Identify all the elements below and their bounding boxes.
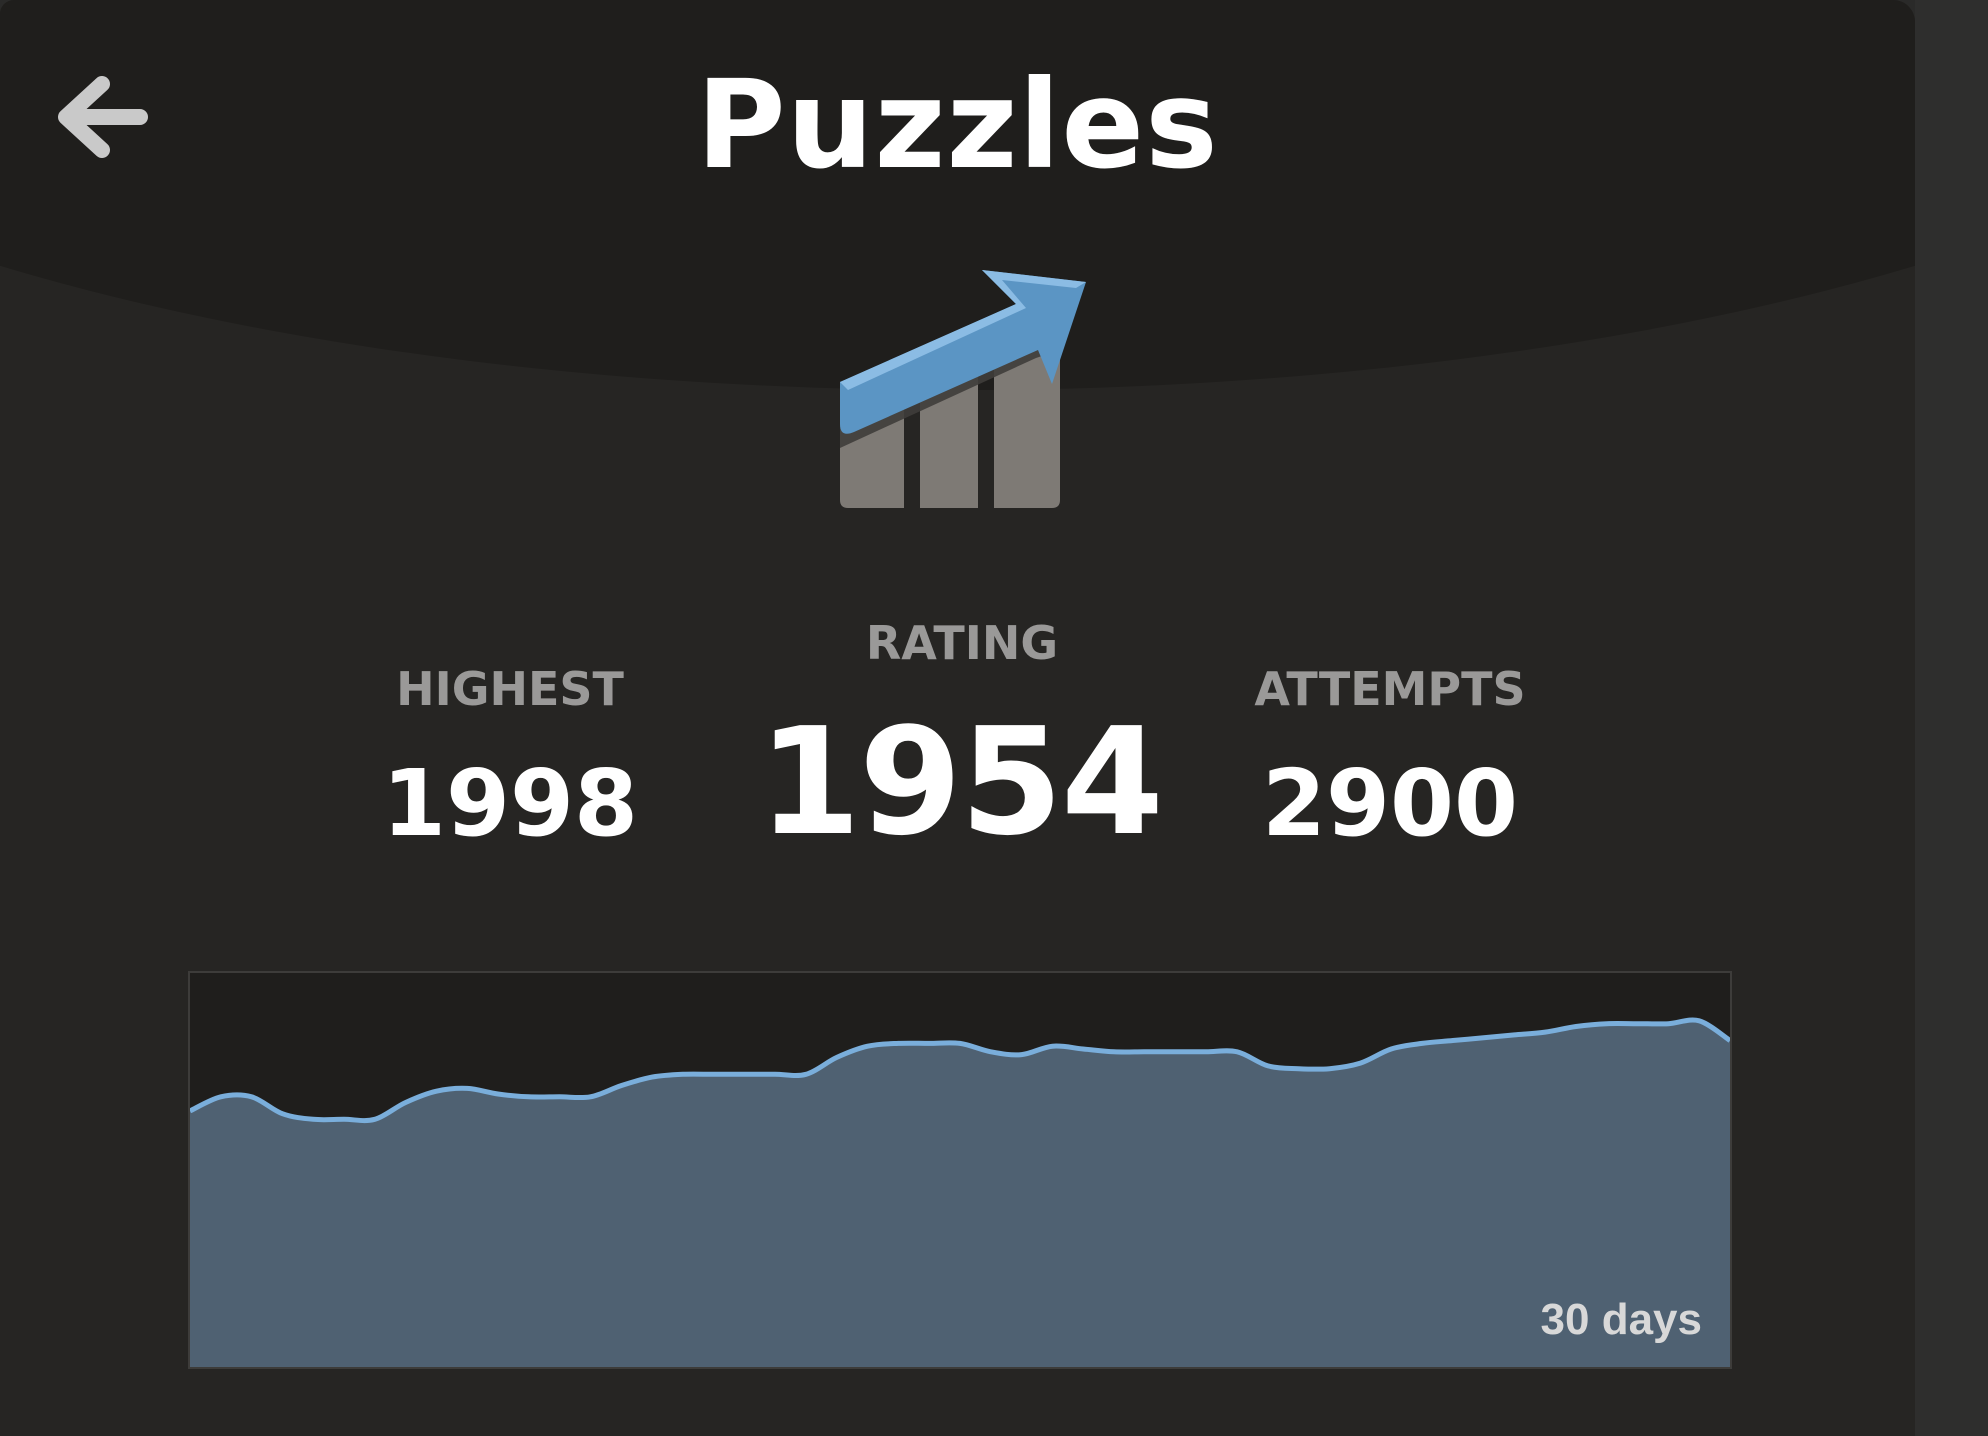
highest-value: 1998 xyxy=(381,750,639,857)
puzzles-stats-panel: Puzzles HIGHEST 1998 RATING 1954 ATTEMPT… xyxy=(0,0,1915,1436)
page-title: Puzzles xyxy=(696,54,1219,196)
highest-label: HIGHEST xyxy=(396,662,624,716)
rating-area xyxy=(190,1019,1730,1367)
chart-range-label: 30 days xyxy=(1540,1295,1702,1344)
rising-chart-icon xyxy=(840,270,1086,508)
attempts-label: ATTEMPTS xyxy=(1254,662,1526,716)
rating-value: 1954 xyxy=(758,696,1164,868)
rating-label: RATING xyxy=(865,616,1059,670)
rating-history-plot xyxy=(190,1017,1730,1367)
attempts-value: 2900 xyxy=(1261,750,1519,857)
window-gutter xyxy=(1915,0,1988,1436)
rating-history-chart[interactable]: 30 days xyxy=(188,971,1732,1369)
